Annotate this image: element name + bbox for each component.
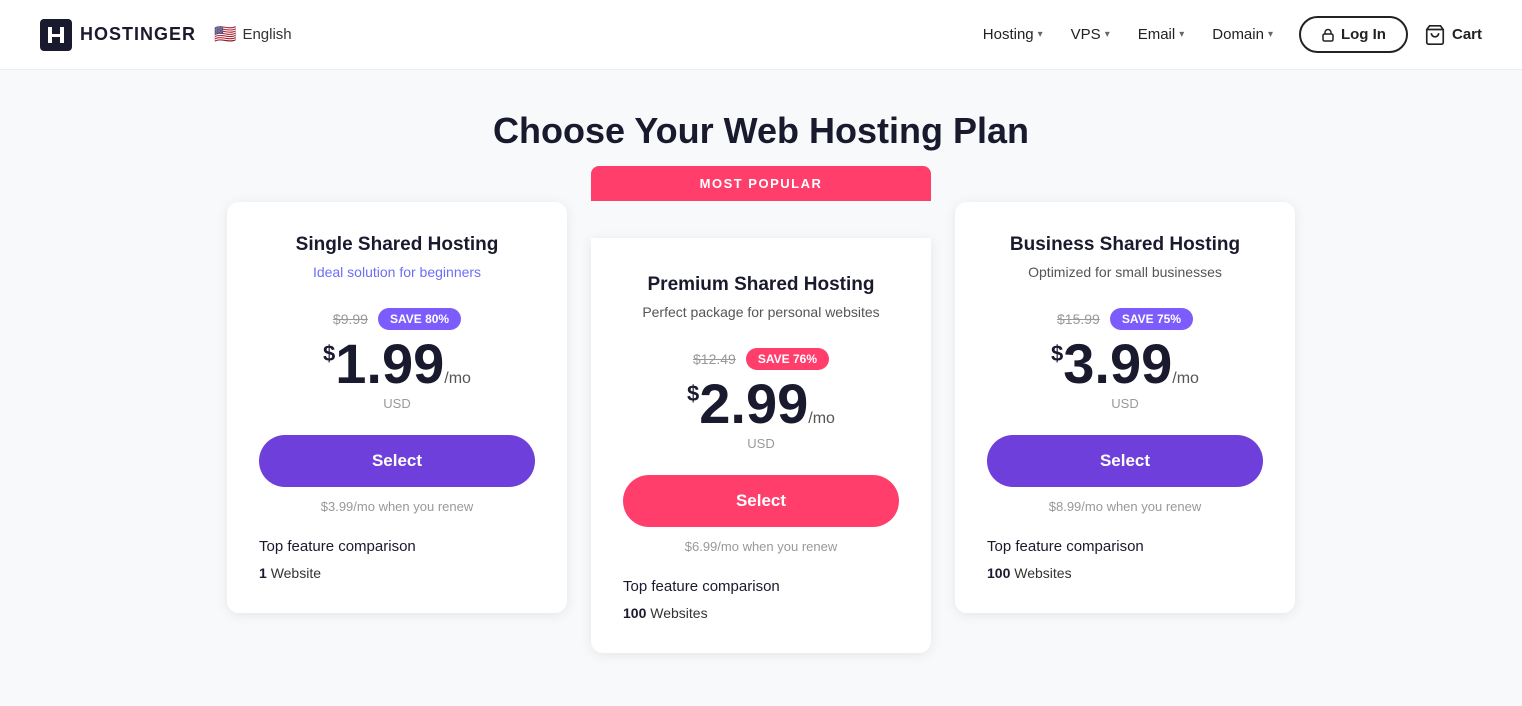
chevron-down-icon: ▾ [1179,29,1184,40]
dollar-sign-business: $ [1051,341,1063,366]
select-button-business[interactable]: Select [987,435,1263,487]
renew-text-single: $3.99/mo when you renew [259,499,535,514]
websites-single: 1 Website [259,565,535,581]
save-badge-single: SAVE 80% [378,308,461,330]
features-title-premium: Top feature comparison [623,578,899,595]
dollar-sign-premium: $ [687,381,699,406]
login-button[interactable]: Log In [1299,16,1408,53]
price-display-business: $3.99/mo [987,336,1263,392]
save-badge-premium: SAVE 76% [746,348,829,370]
main-content: Choose Your Web Hosting Plan Single Shar… [161,70,1361,693]
cart-label: Cart [1452,26,1482,43]
select-button-single[interactable]: Select [259,435,535,487]
nav-domain-label: Domain [1212,26,1264,43]
plan-card-premium: Premium Shared Hosting Perfect package f… [591,238,931,653]
navbar-nav: Hosting ▾ VPS ▾ Email ▾ Domain ▾ [973,18,1283,51]
plan-name-premium: Premium Shared Hosting [623,274,899,296]
navbar-left: HOSTINGER 🇺🇸 English [40,19,973,51]
nav-item-vps[interactable]: VPS ▾ [1061,18,1120,51]
dollar-sign-single: $ [323,341,335,366]
chevron-down-icon: ▾ [1105,29,1110,40]
save-badge-business: SAVE 75% [1110,308,1193,330]
plan-subtitle-single: Ideal solution for beginners [259,264,535,280]
price-amount-premium: 2.99 [699,372,808,435]
lock-icon [1321,28,1335,42]
price-row-single: $9.99 SAVE 80% [259,308,535,330]
websites-premium: 100 Websites [623,605,899,621]
cart-button[interactable]: Cart [1424,24,1482,46]
renew-text-business: $8.99/mo when you renew [987,499,1263,514]
page-title: Choose Your Web Hosting Plan [181,110,1341,152]
language-label: English [242,26,291,43]
chevron-down-icon: ▾ [1038,29,1043,40]
price-period-single: /mo [444,370,471,387]
nav-item-domain[interactable]: Domain ▾ [1202,18,1283,51]
brand-name: HOSTINGER [80,24,196,45]
price-display-premium: $2.99/mo [623,376,899,432]
logo-icon [40,19,72,51]
flag-icon: 🇺🇸 [214,24,236,45]
select-button-premium[interactable]: Select [623,475,899,527]
features-title-business: Top feature comparison [987,538,1263,555]
currency-single: USD [259,396,535,411]
logo[interactable]: HOSTINGER [40,19,196,51]
cart-icon [1424,24,1446,46]
plan-card-premium-wrapper: MOST POPULAR Premium Shared Hosting Perf… [591,202,931,653]
plan-subtitle-premium: Perfect package for personal websites [623,304,899,320]
original-price-business: $15.99 [1057,311,1100,327]
nav-item-email[interactable]: Email ▾ [1128,18,1195,51]
price-row-premium: $12.49 SAVE 76% [623,348,899,370]
navbar-actions: Log In Cart [1299,16,1482,53]
currency-premium: USD [623,436,899,451]
price-row-business: $15.99 SAVE 75% [987,308,1263,330]
price-display-single: $1.99/mo [259,336,535,392]
price-period-business: /mo [1172,370,1199,387]
nav-email-label: Email [1138,26,1176,43]
currency-business: USD [987,396,1263,411]
price-amount-single: 1.99 [335,332,444,395]
nav-vps-label: VPS [1071,26,1101,43]
nav-item-hosting[interactable]: Hosting ▾ [973,18,1053,51]
features-title-single: Top feature comparison [259,538,535,555]
plan-card-business: Business Shared Hosting Optimized for sm… [955,202,1295,613]
nav-hosting-label: Hosting [983,26,1034,43]
language-selector[interactable]: 🇺🇸 English [214,24,292,45]
popular-badge: MOST POPULAR [591,166,931,201]
plan-name-business: Business Shared Hosting [987,234,1263,256]
plan-name-single: Single Shared Hosting [259,234,535,256]
navbar: HOSTINGER 🇺🇸 English Hosting ▾ VPS ▾ Ema… [0,0,1522,70]
plan-subtitle-business: Optimized for small businesses [987,264,1263,280]
renew-text-premium: $6.99/mo when you renew [623,539,899,554]
original-price-premium: $12.49 [693,351,736,367]
pricing-grid: Single Shared Hosting Ideal solution for… [181,202,1341,653]
plan-card-single: Single Shared Hosting Ideal solution for… [227,202,567,613]
original-price-single: $9.99 [333,311,368,327]
price-amount-business: 3.99 [1063,332,1172,395]
chevron-down-icon: ▾ [1268,29,1273,40]
price-period-premium: /mo [808,410,835,427]
login-label: Log In [1341,26,1386,43]
websites-business: 100 Websites [987,565,1263,581]
